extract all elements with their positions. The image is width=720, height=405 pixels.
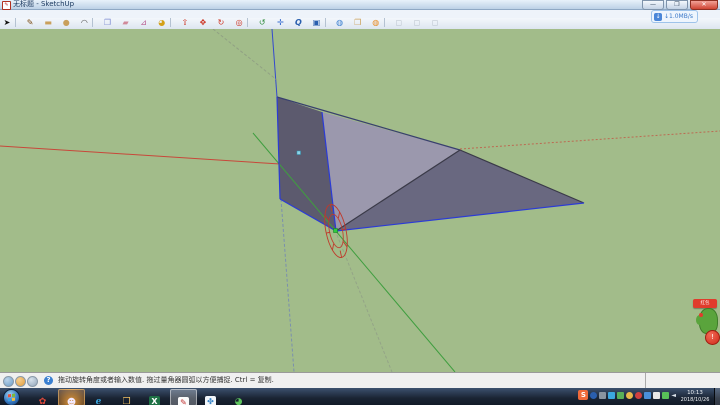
zoom-tool-icon[interactable]: Q bbox=[292, 18, 304, 28]
desktop: ✎ 无标题 - SketchUp — ❐ ✕ 文件(F) 编辑(E) 视图(V)… bbox=[0, 0, 720, 405]
taskbar-item-explorer[interactable]: ❒ bbox=[114, 389, 139, 404]
red-axis-dashed bbox=[460, 131, 720, 149]
net-speed-text: ↓1.0MB/s bbox=[664, 13, 693, 20]
taskbar-clock[interactable]: 10:13 2018/10/26 bbox=[677, 389, 713, 404]
system-tray: S ◄ bbox=[578, 390, 676, 400]
tray-icon[interactable] bbox=[635, 392, 642, 399]
tray-icon[interactable] bbox=[599, 392, 606, 399]
orbit-tool-icon[interactable]: ↺ bbox=[256, 18, 268, 28]
select-tool-icon[interactable]: ➤ bbox=[1, 18, 13, 28]
maximize-button[interactable]: ❐ bbox=[666, 0, 688, 10]
disabled-tool-icon: ◻ bbox=[393, 18, 405, 28]
model-library-icon[interactable]: ◍ bbox=[334, 18, 346, 28]
sketchup-icon: ✎ bbox=[178, 397, 189, 405]
menu-bar: 文件(F) 编辑(E) 视图(V) 相机(C) 绘图(R) 工具(T) 窗口(W… bbox=[0, 10, 720, 18]
rectangle-tool-icon[interactable]: ▬ bbox=[42, 18, 54, 28]
net-speed-badge[interactable]: ↓ ↓1.0MB/s bbox=[651, 10, 698, 23]
red-axis bbox=[0, 146, 280, 164]
taskbar: ✿ ☻ e ❒ X ✎ ✤ ◕ S ◄ 10:13 2018/10/26 bbox=[0, 388, 720, 405]
taskbar-item-internet-explorer[interactable]: e bbox=[86, 389, 111, 404]
tray-icon[interactable] bbox=[662, 392, 669, 399]
tray-icon[interactable] bbox=[653, 392, 660, 399]
claim-credit-icon[interactable] bbox=[15, 376, 26, 387]
pinwheel-icon: ✿ bbox=[39, 397, 47, 405]
clock-time: 10:13 bbox=[677, 389, 713, 397]
paint-bucket-icon[interactable]: ◕ bbox=[156, 18, 168, 28]
share-model-icon[interactable]: ❒ bbox=[352, 18, 364, 28]
ie-icon: e bbox=[96, 397, 102, 405]
move-tool-icon[interactable]: ✥ bbox=[197, 18, 209, 28]
windows-logo-icon bbox=[8, 393, 15, 401]
promo-banner[interactable]: 红包 bbox=[693, 299, 717, 308]
taskbar-item-360-safety[interactable]: ✤ bbox=[198, 389, 223, 404]
rotate-tool-icon[interactable]: ↻ bbox=[215, 18, 227, 28]
download-icon: ↓ bbox=[654, 13, 662, 21]
blue-axis-dashed bbox=[281, 199, 294, 372]
arc-tool-icon[interactable]: ◠ bbox=[78, 18, 90, 28]
sogou-tray-icon[interactable]: S bbox=[578, 390, 588, 400]
taskbar-item-sketchup[interactable]: ✎ bbox=[170, 389, 197, 405]
tray-icon[interactable] bbox=[608, 392, 615, 399]
disabled-tool-icon: ◻ bbox=[411, 18, 423, 28]
blue-axis bbox=[272, 29, 277, 97]
window-title: 无标题 - SketchUp bbox=[13, 0, 74, 9]
tray-icon[interactable] bbox=[626, 392, 633, 399]
tray-icon[interactable] bbox=[617, 392, 624, 399]
taskbar-item-excel[interactable]: X bbox=[142, 389, 167, 404]
taskbar-item-qq[interactable]: ☻ bbox=[58, 389, 85, 405]
measurements-box[interactable] bbox=[645, 373, 720, 388]
taskbar-item-wechat[interactable]: ◕ bbox=[226, 389, 251, 404]
wechat-icon: ◕ bbox=[235, 397, 243, 405]
modeling-viewport[interactable]: 红包 ! bbox=[0, 29, 720, 372]
sketchup-app-icon: ✎ bbox=[2, 1, 11, 10]
status-hint-text: 拖动旋转角度或者输入数值. 拖过量角器圆弧以方便捕捉. Ctrl = 复制. bbox=[58, 373, 274, 388]
start-button[interactable] bbox=[3, 389, 20, 405]
make-component-icon[interactable]: ❐ bbox=[101, 18, 113, 28]
tape-measure-icon[interactable]: ⊿ bbox=[138, 18, 150, 28]
disabled-tool-icon: ◻ bbox=[429, 18, 441, 28]
tray-icon[interactable] bbox=[644, 392, 651, 399]
taskbar-item-360-browser[interactable]: ✿ bbox=[30, 389, 55, 404]
avatar-icon: ☻ bbox=[67, 398, 76, 405]
tray-icon[interactable] bbox=[590, 392, 597, 399]
guide-dashed-upper bbox=[213, 29, 277, 80]
viewport-canvas[interactable] bbox=[0, 29, 720, 372]
promo-pet-widget[interactable]: 红包 ! bbox=[692, 297, 720, 349]
sign-in-icon[interactable] bbox=[27, 376, 38, 387]
warehouse-icon[interactable]: ◍ bbox=[370, 18, 382, 28]
promo-dot bbox=[699, 313, 703, 317]
title-bar[interactable]: ✎ 无标题 - SketchUp — ❐ ✕ bbox=[0, 0, 720, 10]
on-edge-inference-dot bbox=[297, 151, 301, 155]
line-tool-icon[interactable]: ✎ bbox=[24, 18, 36, 28]
minimize-button[interactable]: — bbox=[642, 0, 664, 10]
show-desktop-button[interactable] bbox=[714, 388, 720, 405]
offset-tool-icon[interactable]: ◎ bbox=[233, 18, 245, 28]
clover-icon: ✤ bbox=[205, 396, 216, 405]
endpoint-inference-dot bbox=[334, 229, 338, 233]
close-button[interactable]: ✕ bbox=[690, 0, 718, 10]
zoom-extents-icon[interactable]: ▣ bbox=[311, 18, 323, 28]
geolocation-icon[interactable] bbox=[3, 376, 14, 387]
guide-dashed-lower bbox=[337, 235, 392, 372]
circle-tool-icon[interactable]: ● bbox=[60, 18, 72, 28]
help-icon[interactable]: ? bbox=[44, 376, 53, 385]
clock-date: 2018/10/26 bbox=[677, 397, 713, 404]
push-pull-icon[interactable]: ⇧ bbox=[179, 18, 191, 28]
speaker-icon[interactable]: ◄ bbox=[671, 392, 676, 399]
pan-tool-icon[interactable]: ✛ bbox=[274, 18, 286, 28]
excel-icon: X bbox=[149, 396, 160, 405]
eraser-tool-icon[interactable]: ▰ bbox=[120, 18, 132, 28]
promo-badge[interactable]: ! bbox=[705, 330, 720, 345]
status-bar: ? 拖动旋转角度或者输入数值. 拖过量角器圆弧以方便捕捉. Ctrl = 复制. bbox=[0, 372, 720, 389]
folder-icon: ❒ bbox=[122, 397, 130, 405]
